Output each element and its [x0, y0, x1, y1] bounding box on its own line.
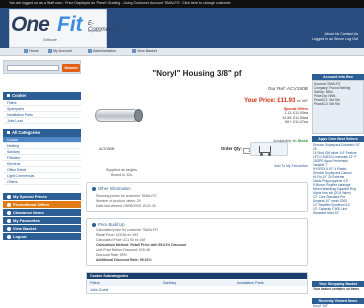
logo-tagline: Logo Here — [88, 29, 102, 33]
info-icon — [92, 187, 96, 191]
product-main: "Noryl" Housing 3/8" pf ACV150B Supplied… — [86, 60, 308, 308]
price-build-box: Price Build Up Calculated price for cust… — [86, 218, 308, 266]
search-button[interactable]: Search — [62, 64, 80, 72]
subcategory-link[interactable]: Installation Parts — [237, 280, 264, 286]
product-image[interactable]: ACV150B — [92, 95, 143, 151]
sidebar-view-basket[interactable]: View Basket — [3, 225, 81, 232]
price-line: Retail Price: £29.84 ex VAT — [96, 233, 139, 237]
add-to-favourites-link[interactable]: Add To My Favourites — [274, 164, 308, 168]
nav-home[interactable]: Home — [24, 49, 39, 53]
info-line: Number of product views: 29 — [96, 199, 141, 203]
logo-one-text: One — [11, 13, 50, 36]
right-sidebar: Account Info Box Account: SMALFO Company… — [312, 60, 364, 308]
price-line: Calculated Price: £11.93 ex VAT — [96, 238, 146, 242]
cart-wheel-icon — [260, 153, 263, 156]
account-info-box: Account: SMALFO Company: Pound Sterling … — [312, 80, 364, 134]
table-row: John Guest — [87, 287, 307, 293]
basket-icon — [132, 49, 136, 53]
nav-view-basket[interactable]: View Basket — [132, 49, 157, 53]
supplied-note: Supplied as singles. Boxed in 12s. — [106, 168, 138, 177]
best-sellers-header: Apps Care Best Sellers — [312, 136, 364, 142]
bullet-icon — [7, 131, 10, 134]
cart-icon — [259, 146, 271, 153]
housing-tube-shape — [95, 109, 139, 122]
other-information-box: Other Information Showing prices for cus… — [86, 182, 308, 212]
header-link-login-status[interactable]: Logged In as Simon Log Out — [312, 37, 358, 42]
category-header-all[interactable]: All Categories — [3, 129, 81, 137]
best-sellers-list: Shroton Superpack Domestic 10" 25 15 Stu… — [313, 143, 364, 215]
category-header-cooker[interactable]: Cooker — [3, 92, 81, 100]
bullet-icon — [7, 210, 11, 215]
price-build-title: Price Build Up — [92, 222, 125, 227]
housing-end-shape — [134, 109, 143, 122]
best-seller-item[interactable]: Shroton Superpack Domestic 10" 25 — [313, 143, 364, 151]
bullet-icon — [7, 94, 10, 97]
subcategory-link[interactable]: Filters — [90, 280, 100, 286]
nav-my-account[interactable]: My Account — [48, 49, 72, 53]
logo-software-text: Software — [43, 38, 57, 42]
price-line: Calculation Method: Retail Price with 59… — [96, 243, 187, 247]
add-to-basket-button[interactable] — [250, 142, 288, 156]
sidebar-clearance-items[interactable]: Clearance Items — [3, 209, 81, 216]
product-title: "Noryl" Housing 3/8" pf — [152, 69, 242, 78]
price-line: Calculated price for customer 'SMALFO' — [96, 228, 159, 232]
bullet-icon — [7, 218, 11, 223]
special-offers: Special Offers 1-11: £11.93ea 12-59: £11… — [282, 107, 308, 125]
sidebar-my-special-prices[interactable]: My Special Prices — [3, 193, 81, 200]
price-line: Additional Discount Rate: 59.01% — [96, 258, 152, 262]
staff-notice-bar: You are logged on as a Staff user : Pric… — [0, 0, 364, 8]
info-line: Showing prices for customer 'SMALFO' — [96, 194, 157, 198]
product-image-code: ACV150B — [99, 147, 115, 151]
account-icon — [48, 49, 52, 53]
product-reference: Our Ref: ACV150B — [267, 87, 308, 92]
sidebar-item-others[interactable]: Others — [3, 179, 81, 185]
info-icon — [92, 223, 96, 227]
subcategory-link[interactable]: John Guest — [90, 287, 108, 293]
logo-fit-text: Fit — [57, 13, 83, 36]
recently-viewed-list: Noryl" 3/8" — [313, 304, 364, 308]
basket-summary: Your basket contains no items — [313, 287, 359, 291]
home-icon — [24, 49, 28, 53]
table-row: Filters Sanitary Installation Parts — [87, 280, 307, 286]
subcategories-table: Cooker Subcategories Filters Sanitary In… — [86, 272, 308, 294]
subcategory-link[interactable]: Sanitary — [163, 280, 176, 286]
sidebar-my-favourites[interactable]: My Favourites — [3, 217, 81, 224]
recently-viewed-item[interactable]: Noryl" 3/8" — [313, 304, 364, 308]
bullet-icon — [7, 226, 11, 231]
bullet-icon — [7, 234, 11, 239]
header-links: About Us Contact Us Logged In as Simon L… — [312, 32, 358, 42]
other-information-title: Other Information — [92, 186, 131, 191]
price-line: Unit Price Before Discount: £29.48 — [96, 248, 150, 252]
nav-administration[interactable]: Administration — [88, 49, 116, 53]
main-nav: Home My Account Administration View Bask… — [0, 48, 364, 56]
subcategories-header: Cooker Subcategories — [87, 273, 307, 279]
info-line: Date last viewed: 09/06/2009 10:21:32 — [96, 204, 156, 208]
search-input[interactable] — [7, 65, 59, 71]
product-price: Your Price: £11.93 ex VAT — [244, 98, 308, 104]
left-sidebar: Search Cooker Filters Spareparts Install… — [3, 60, 81, 308]
sidebar-logout[interactable]: Logout — [3, 233, 81, 240]
account-line: PriceAC2: Std Std — [314, 102, 340, 106]
bullet-icon — [7, 202, 11, 207]
price-line: Discount Rate: 59% — [96, 253, 127, 257]
special-offers-title: Special Offers — [283, 107, 308, 111]
search-box: Search — [3, 60, 81, 74]
sidebar-promotional-offers[interactable]: Promotional Offers — [3, 201, 81, 208]
staff-notice-text[interactable]: You are logged on as a Staff user : Pric… — [9, 1, 231, 5]
bullet-icon — [7, 194, 11, 199]
admin-icon — [88, 49, 92, 53]
cart-wheel-icon — [268, 153, 271, 156]
page: You are logged on as a Staff user : Pric… — [0, 0, 364, 308]
offer-tier: 60+: £11.07ea — [285, 120, 308, 125]
best-seller-item[interactable]: Standard Hard 10" — [313, 211, 364, 215]
sidebar-item-jobs-load[interactable]: Jobs Load — [3, 118, 81, 124]
site-logo[interactable]: One Fit Software E-Commerce Logo Here — [9, 9, 117, 48]
